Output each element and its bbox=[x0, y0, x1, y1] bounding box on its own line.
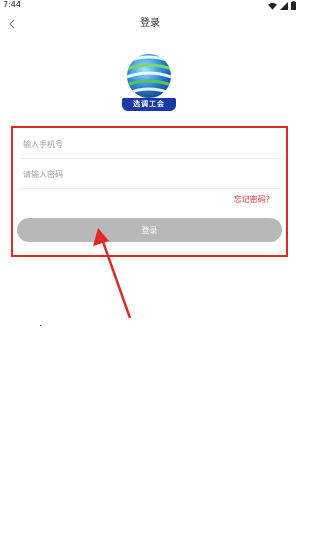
battery-icon bbox=[291, 1, 296, 10]
status-icons bbox=[268, 1, 296, 10]
phone-input[interactable] bbox=[20, 130, 285, 158]
page-title: 登录 bbox=[140, 18, 160, 29]
password-field[interactable] bbox=[20, 160, 285, 189]
globe-icon bbox=[127, 54, 171, 98]
status-time: 7:44 bbox=[3, 0, 21, 9]
phone-field[interactable] bbox=[20, 130, 285, 159]
nav-bar: 登录 bbox=[0, 14, 300, 36]
stray-dot bbox=[40, 325, 41, 326]
app-logo: 选调工会 bbox=[118, 50, 180, 114]
login-button[interactable]: 登录 bbox=[17, 218, 282, 242]
signal-icon bbox=[280, 1, 288, 10]
wifi-icon bbox=[268, 2, 277, 10]
logo-label: 选调工会 bbox=[122, 98, 176, 111]
status-bar: 7:44 bbox=[0, 0, 300, 12]
password-input[interactable] bbox=[20, 160, 285, 188]
forgot-password-link[interactable]: 忘记密码? bbox=[234, 194, 270, 205]
